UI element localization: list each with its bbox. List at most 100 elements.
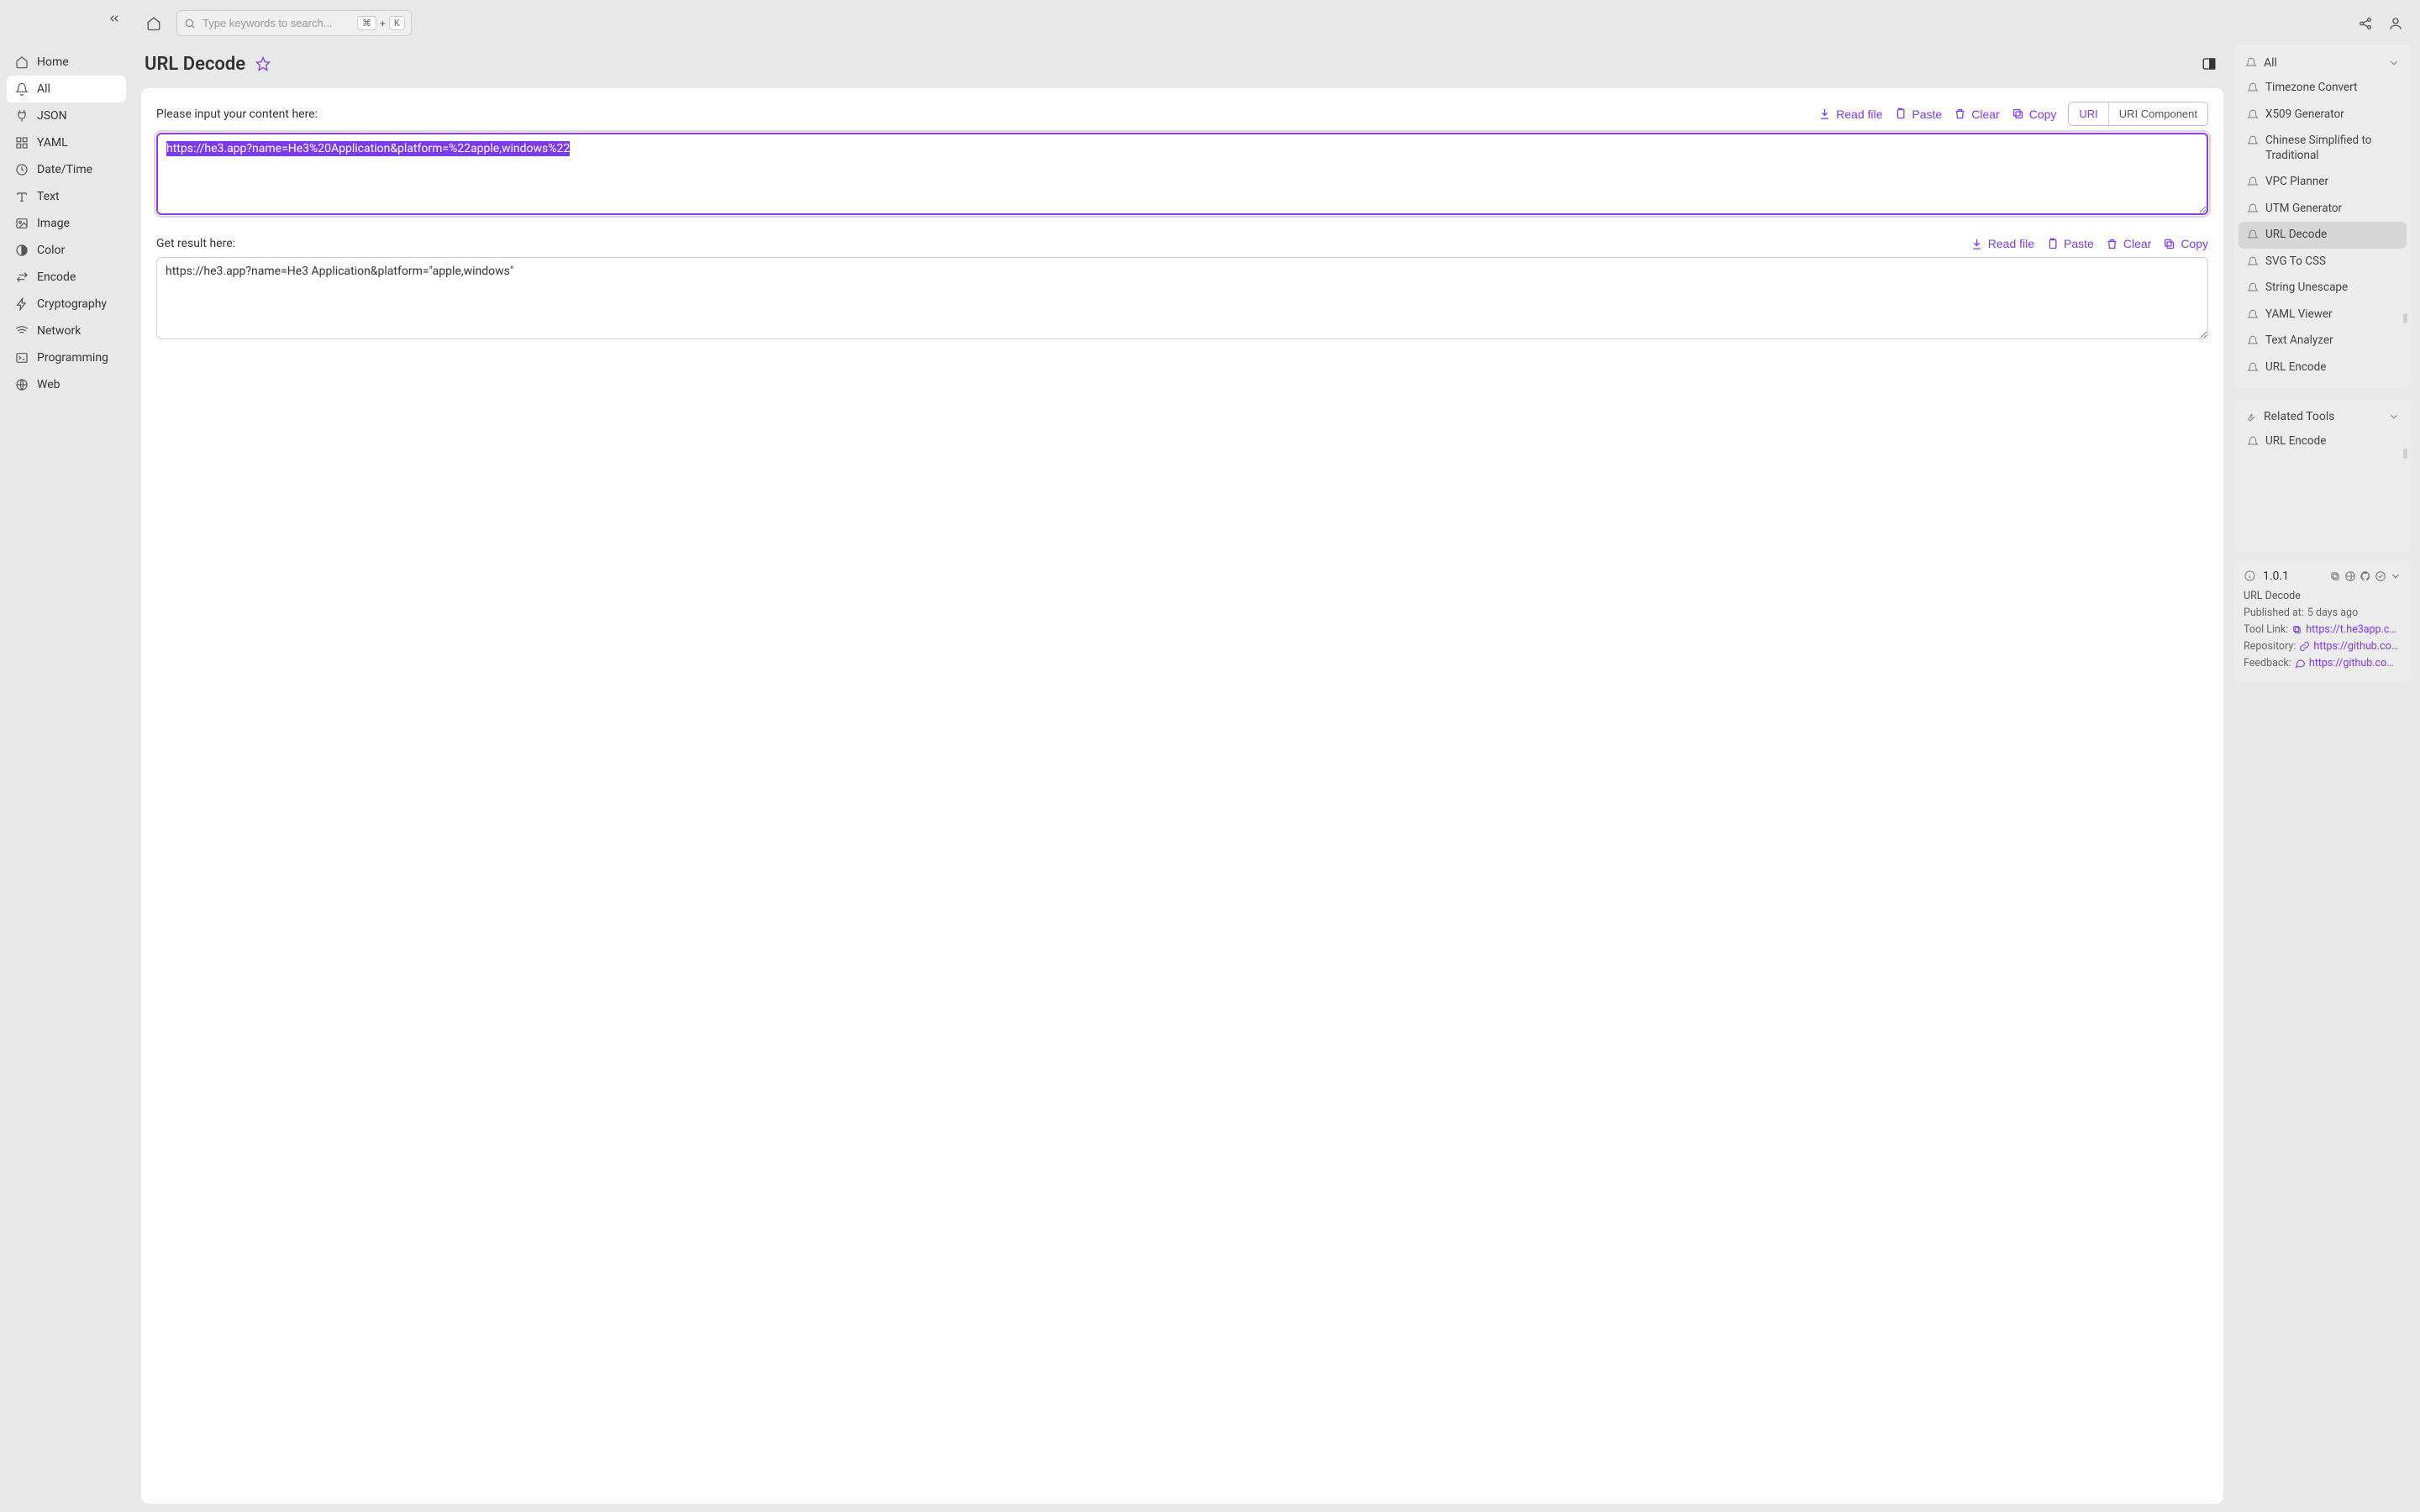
widget-all: All Timezone Convert X509 Generator Chines…: [2233, 45, 2412, 388]
mode-uri-button[interactable]: URI: [2069, 102, 2107, 125]
globe-icon[interactable]: [2344, 570, 2356, 582]
sidebar-item-encode[interactable]: Encode: [7, 264, 126, 291]
sidebar: Home All JSON YAML Date/Time Text Image: [0, 0, 133, 1512]
output-copy-button[interactable]: Copy: [2163, 237, 2208, 250]
bell-icon: [2247, 82, 2259, 94]
bell-icon: [2247, 229, 2259, 241]
all-list-item[interactable]: UTM Generator: [2238, 196, 2407, 223]
all-list-item-label: SVG To CSS: [2265, 255, 2326, 270]
info-tool-link: Tool Link: https://t.he3app.co…: [2244, 623, 2402, 636]
all-list-item[interactable]: SVG To CSS: [2238, 249, 2407, 276]
sidebar-item-label: Cryptography: [37, 297, 107, 311]
related-list-item[interactable]: URL Encode: [2238, 428, 2407, 455]
sidebar-item-label: Web: [37, 378, 60, 391]
input-readfile-button[interactable]: Read file: [1818, 108, 1882, 121]
transfer-icon: [15, 270, 29, 284]
sidebar-item-color[interactable]: Color: [7, 237, 126, 264]
info-feedback-url[interactable]: https://github.com/…: [2309, 657, 2402, 669]
sidebar-item-json[interactable]: JSON: [7, 102, 126, 129]
check-icon[interactable]: [2375, 570, 2386, 582]
bell-icon: [2247, 309, 2259, 321]
sidebar-item-datetime[interactable]: Date/Time: [7, 156, 126, 183]
info-action-icons: [2329, 570, 2402, 582]
favorite-star-icon[interactable]: [255, 56, 271, 71]
copy-icon[interactable]: [2329, 570, 2341, 582]
input-clear-button[interactable]: Clear: [1954, 108, 1999, 121]
all-list-item-label: Timezone Convert: [2265, 81, 2357, 96]
terminal-icon: [15, 351, 29, 365]
all-list-item-label: X509 Generator: [2265, 108, 2344, 123]
input-copy-button[interactable]: Copy: [2012, 108, 2057, 121]
sidebar-item-cryptography[interactable]: Cryptography: [7, 291, 126, 318]
bell-icon: [2247, 109, 2259, 121]
search-box[interactable]: ⌘ + K: [176, 10, 412, 36]
user-icon[interactable]: [2388, 16, 2403, 31]
bell-icon: [2247, 176, 2259, 188]
all-list-item[interactable]: Text Analyzer: [2238, 328, 2407, 354]
output-paste-button[interactable]: Paste: [2046, 237, 2094, 250]
widget-related-list: URL Encode: [2238, 428, 2407, 455]
output-textarea[interactable]: [156, 257, 2208, 339]
top-bar: ⌘ + K: [141, 7, 2412, 45]
bell-icon: [2247, 436, 2259, 448]
sidebar-item-label: JSON: [37, 109, 67, 123]
share-icon[interactable]: [2358, 16, 2373, 31]
github-icon[interactable]: [2360, 570, 2371, 582]
sidebar-item-label: Color: [37, 244, 65, 257]
chevron-down-icon[interactable]: [2390, 570, 2402, 582]
input-paste-button[interactable]: Paste: [1894, 108, 1942, 121]
info-feedback: Feedback: https://github.com/…: [2244, 657, 2402, 669]
bell-icon: [2247, 362, 2259, 374]
sidebar-item-network[interactable]: Network: [7, 318, 126, 344]
globe-icon: [15, 378, 29, 391]
all-list-item[interactable]: VPC Planner: [2238, 169, 2407, 196]
widget-related-header[interactable]: Related Tools: [2238, 405, 2407, 428]
sidebar-item-image[interactable]: Image: [7, 210, 126, 237]
all-list-item[interactable]: Chinese Simplified to Traditional: [2238, 128, 2407, 169]
output-readfile-button[interactable]: Read file: [1970, 237, 2034, 250]
chevron-down-icon[interactable]: [2388, 411, 2400, 423]
collapse-sidebar-icon[interactable]: [108, 12, 121, 25]
mode-toggle: URI URI Component: [2068, 102, 2208, 126]
link-icon: [2299, 641, 2310, 652]
output-group: Get result here: Read file Paste Clear C…: [156, 237, 2208, 343]
sidebar-item-label: Programming: [37, 351, 108, 365]
home-button-icon[interactable]: [141, 11, 166, 36]
bell-icon: [15, 82, 29, 96]
mode-uri-component-button[interactable]: URI Component: [2108, 102, 2207, 125]
tool-card: Please input your content here: Read fil…: [141, 88, 2223, 1504]
all-list-item[interactable]: Timezone Convert: [2238, 75, 2407, 102]
search-input[interactable]: [203, 17, 350, 29]
bolt-icon: [15, 297, 29, 311]
input-textarea[interactable]: [156, 133, 2208, 215]
link-icon: [2291, 624, 2302, 635]
plug-icon: [15, 109, 29, 123]
widget-all-header[interactable]: All: [2238, 51, 2407, 75]
wrench-icon: [2245, 411, 2257, 423]
main: ⌘ + K URL Decode: [133, 0, 2420, 1512]
all-list-item-label: String Unescape: [2265, 281, 2348, 296]
all-list-item[interactable]: X509 Generator: [2238, 102, 2407, 129]
all-list-item[interactable]: URL Decode: [2238, 222, 2407, 249]
widget-related: Related Tools URL Encode: [2233, 398, 2412, 551]
toggle-panel-icon[interactable]: [2198, 53, 2220, 75]
output-label: Get result here:: [156, 237, 235, 250]
all-list-item[interactable]: URL Encode: [2238, 354, 2407, 381]
sidebar-item-programming[interactable]: Programming: [7, 344, 126, 371]
info-repo-url[interactable]: https://github.com…: [2313, 640, 2402, 653]
info-tool-link-url[interactable]: https://t.he3app.co…: [2306, 623, 2402, 636]
all-list-item-label: UTM Generator: [2265, 202, 2342, 217]
topbar-actions: [2358, 16, 2412, 31]
sidebar-item-home[interactable]: Home: [7, 49, 126, 76]
all-list-item-label: Chinese Simplified to Traditional: [2265, 134, 2398, 163]
sidebar-item-text[interactable]: Text: [7, 183, 126, 210]
bell-icon: [2245, 57, 2257, 69]
sidebar-item-yaml[interactable]: YAML: [7, 129, 126, 156]
sidebar-item-web[interactable]: Web: [7, 371, 126, 398]
output-clear-button[interactable]: Clear: [2106, 237, 2151, 250]
all-list-item[interactable]: String Unescape: [2238, 275, 2407, 302]
all-list-item[interactable]: YAML Viewer: [2238, 302, 2407, 328]
all-list-item-label: URL Decode: [2265, 228, 2327, 243]
sidebar-item-all[interactable]: All: [7, 76, 126, 102]
chevron-down-icon[interactable]: [2388, 57, 2400, 69]
